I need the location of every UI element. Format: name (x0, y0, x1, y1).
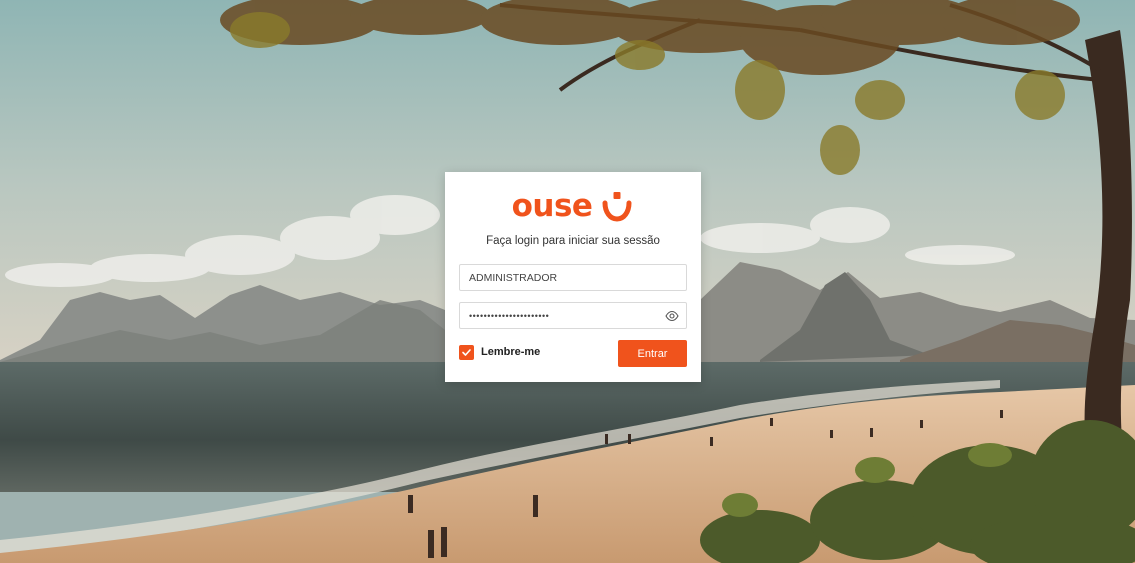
login-card: ouse Faça login para iniciar sua sessão … (445, 172, 701, 382)
remember-label: Lembre-me (481, 346, 541, 358)
remember-checkbox[interactable] (459, 344, 474, 360)
eye-icon[interactable] (665, 310, 679, 322)
brand-logo: ouse (445, 186, 701, 226)
username-input[interactable] (460, 265, 686, 290)
check-icon (462, 348, 471, 356)
brand-wordmark: ouse (511, 188, 593, 224)
login-button[interactable]: Entrar (618, 340, 687, 367)
password-field[interactable] (459, 302, 687, 329)
username-field[interactable] (459, 264, 687, 291)
smile-icon (602, 192, 632, 222)
remember-me[interactable]: Lembre-me (459, 344, 540, 360)
password-input[interactable] (460, 303, 686, 328)
login-subtitle: Faça login para iniciar sua sessão (486, 235, 660, 247)
